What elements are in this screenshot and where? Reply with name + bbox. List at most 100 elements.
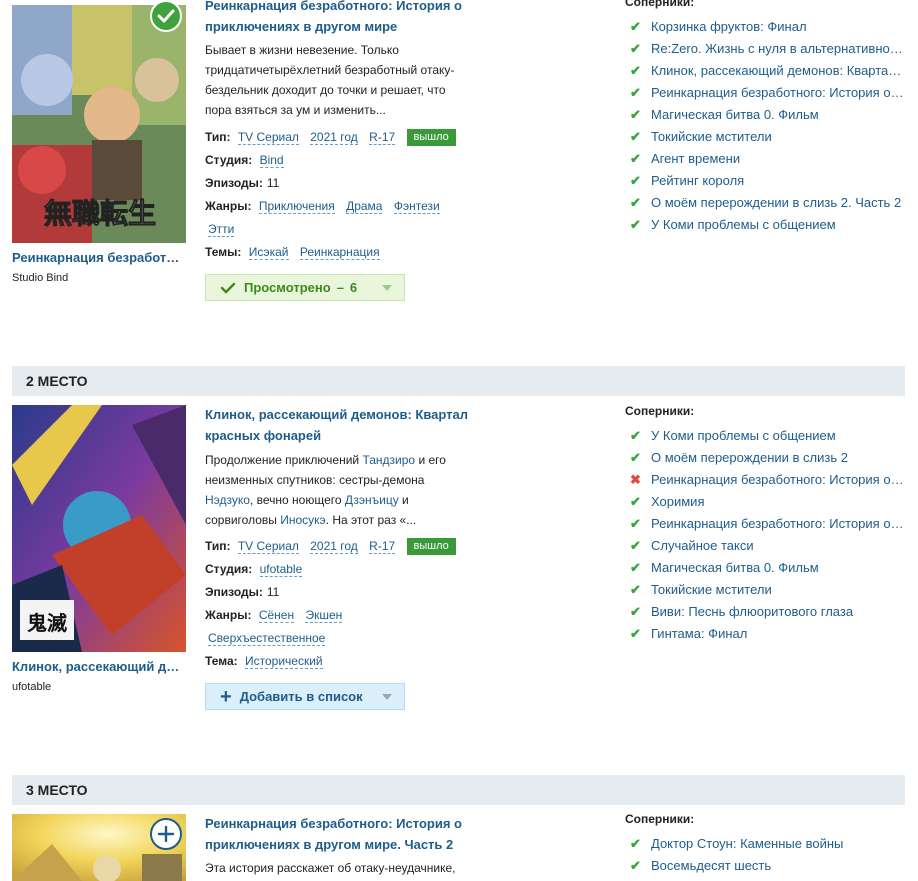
rivals-items: ✔ У Коми проблемы с общением ✔ О моём перер…: [625, 425, 905, 645]
watched-button-label: Просмотрено: [244, 280, 331, 295]
check-icon: ✔: [630, 195, 641, 210]
rival-name: Магическая битва 0. Фильм: [651, 560, 819, 575]
add-circle-button[interactable]: [150, 818, 182, 850]
rival-item[interactable]: ✔ О моём перерождении в слизь 2: [625, 447, 905, 469]
desc-text: . На этот раз «...: [325, 513, 417, 527]
genre-link[interactable]: Драма: [346, 199, 383, 214]
rival-item[interactable]: ✔ Хоримия: [625, 491, 905, 513]
genre-link[interactable]: Этти: [208, 222, 235, 237]
theme-link[interactable]: Реинкарнация: [299, 245, 380, 260]
themes-label: Темы:: [205, 245, 242, 259]
anime-meta: Тип: TV Сериал 2021 год R-17 вышло Студи…: [205, 535, 485, 673]
rivals-items: ✔ Корзинка фруктов: Финал ✔ Re:Zero. Жизнь …: [625, 16, 905, 236]
anime-title-link[interactable]: Реинкарнация безработного: История о при…: [205, 813, 485, 855]
theme-label: Тема:: [205, 654, 238, 668]
rival-name: Клинок, рассекающий демонов: Квартал кра…: [651, 63, 905, 78]
desc-text: Продолжение приключений: [205, 453, 363, 467]
check-icon: ✔: [630, 626, 641, 641]
watched-status-button[interactable]: Просмотрено – 6: [205, 274, 405, 301]
add-button-label: Добавить в список: [239, 689, 363, 704]
watched-button-separator: –: [336, 280, 344, 295]
rival-name: Агент времени: [651, 151, 741, 166]
rivals-list: Соперники: ✔ Корзинка фруктов: Финал ✔ Re:Z…: [625, 0, 905, 236]
studio-label: Студия:: [205, 562, 253, 576]
check-icon: ✔: [630, 560, 641, 575]
anime-title-link[interactable]: Клинок, рассекающий демонов: Квартал кра…: [205, 404, 485, 446]
anime-meta: Тип: TV Сериал 2021 год R-17 вышло Студи…: [205, 126, 485, 264]
theme-link[interactable]: Исэкай: [248, 245, 289, 260]
rating-link[interactable]: R-17: [369, 130, 396, 145]
rival-item[interactable]: ✔ Случайное такси: [625, 535, 905, 557]
rival-item[interactable]: ✔ Восемьдесят шесть: [625, 855, 905, 877]
rival-name: Хоримия: [651, 494, 705, 509]
year-link[interactable]: 2021 год: [310, 130, 358, 145]
year-link[interactable]: 2021 год: [310, 539, 358, 554]
rival-item[interactable]: ✔ Магическая битва 0. Фильм: [625, 557, 905, 579]
studio-label: Студия:: [205, 153, 253, 167]
rival-item[interactable]: ✔ Магическая битва 0. Фильм: [625, 104, 905, 126]
theme-link[interactable]: Исторический: [244, 654, 323, 669]
genre-link[interactable]: Фэнтези: [393, 199, 440, 214]
genre-link[interactable]: Сверхъестественное: [208, 631, 326, 646]
add-to-list-button[interactable]: + Добавить в список: [205, 683, 405, 710]
chevron-down-icon[interactable]: [382, 285, 392, 291]
check-icon: ✔: [630, 582, 641, 597]
rivals-list: Соперники: ✔ У Коми проблемы с общением ✔ О…: [625, 404, 905, 645]
check-icon: ✔: [630, 836, 641, 851]
watched-check-badge[interactable]: [150, 0, 182, 32]
rival-item[interactable]: ✔ Корзинка фруктов: Финал: [625, 16, 905, 38]
genre-link[interactable]: Экшен: [305, 608, 343, 623]
type-link[interactable]: TV Сериал: [237, 539, 299, 554]
rival-name: Случайное такси: [651, 538, 754, 553]
rival-item[interactable]: ✔ О моём перерождении в слизь 2. Часть 2: [625, 192, 905, 214]
rivals-list: Соперники: ✔ Доктор Стоун: Каменные войны…: [625, 812, 905, 877]
check-icon: ✔: [630, 173, 641, 188]
rival-item[interactable]: ✔ У Коми проблемы с общением: [625, 425, 905, 447]
cover-caption-title[interactable]: Клинок, рассекающий демонов: Квартал кра…: [12, 659, 186, 674]
rival-name: Реинкарнация безработного: История о при…: [651, 516, 905, 531]
studio-link[interactable]: Bind: [259, 153, 284, 168]
character-link[interactable]: Тандзиро: [362, 453, 415, 467]
rival-item[interactable]: ✔ Реинкарнация безработного: История о пр…: [625, 513, 905, 535]
cover-caption-studio: Studio Bind: [12, 272, 69, 284]
cover-art-mushoku: 無職転生: [12, 5, 186, 243]
rival-item[interactable]: ✔ Рейтинг короля: [625, 170, 905, 192]
rival-item[interactable]: ✔ Доктор Стоун: Каменные войны: [625, 833, 905, 855]
rival-item[interactable]: ✔ Токийские мстители: [625, 126, 905, 148]
anime-title-link[interactable]: Реинкарнация безработного: История о при…: [205, 0, 485, 37]
rival-item[interactable]: ✔ Токийские мстители: [625, 579, 905, 601]
meta-type-row: Тип: TV Сериал 2021 год R-17 вышло: [205, 126, 485, 149]
rival-item[interactable]: ✔ Агент времени: [625, 148, 905, 170]
type-link[interactable]: TV Сериал: [237, 130, 299, 145]
anime-cover-image[interactable]: 鬼滅: [12, 405, 186, 652]
character-link[interactable]: Иносукэ: [280, 513, 325, 527]
character-link[interactable]: Нэдзуко: [205, 493, 250, 507]
rival-item[interactable]: ✔ Реинкарнация безработного: История о пр…: [625, 82, 905, 104]
rival-name: Виви: Песнь флюоритового глаза: [651, 604, 854, 619]
genres-label: Жанры:: [205, 199, 252, 213]
chevron-down-icon[interactable]: [382, 694, 392, 700]
rival-item[interactable]: ✔ Виви: Песнь флюоритового глаза: [625, 601, 905, 623]
rivals-heading: Соперники:: [625, 812, 695, 826]
anime-description: Эта история расскажет об отаку-неудачник…: [205, 861, 456, 875]
rival-item[interactable]: ✔ Клинок, рассекающий демонов: Квартал кр…: [625, 60, 905, 82]
meta-type-row: Тип: TV Сериал 2021 год R-17 вышло: [205, 535, 485, 558]
genre-link[interactable]: Сёнен: [258, 608, 295, 623]
cover-caption-title[interactable]: Реинкарнация безработного: История о при…: [12, 250, 186, 265]
anime-cover-image[interactable]: 無職転生: [12, 5, 186, 243]
rival-item[interactable]: ✔ Гинтама: Финал: [625, 623, 905, 645]
genre-link[interactable]: Приключения: [258, 199, 335, 214]
rival-item[interactable]: ✖ Реинкарнация безработного: История о пр…: [625, 469, 905, 491]
rival-item[interactable]: ✔ Re:Zero. Жизнь с нуля в альтернативном …: [625, 38, 905, 60]
rating-link[interactable]: R-17: [369, 539, 396, 554]
rival-name: Восемьдесят шесть: [651, 858, 772, 873]
cover-art-demon-slayer: 鬼滅: [12, 405, 186, 652]
check-icon: ✔: [630, 516, 641, 531]
check-icon: ✔: [630, 494, 641, 509]
studio-link[interactable]: ufotable: [259, 562, 303, 577]
meta-episodes-row: Эпизоды: 11: [205, 172, 485, 195]
cover-caption-studio: ufotable: [12, 681, 52, 693]
episodes-value: 11: [266, 176, 280, 190]
rival-item[interactable]: ✔ У Коми проблемы с общением: [625, 214, 905, 236]
character-link[interactable]: Дзэнъицу: [345, 493, 399, 507]
